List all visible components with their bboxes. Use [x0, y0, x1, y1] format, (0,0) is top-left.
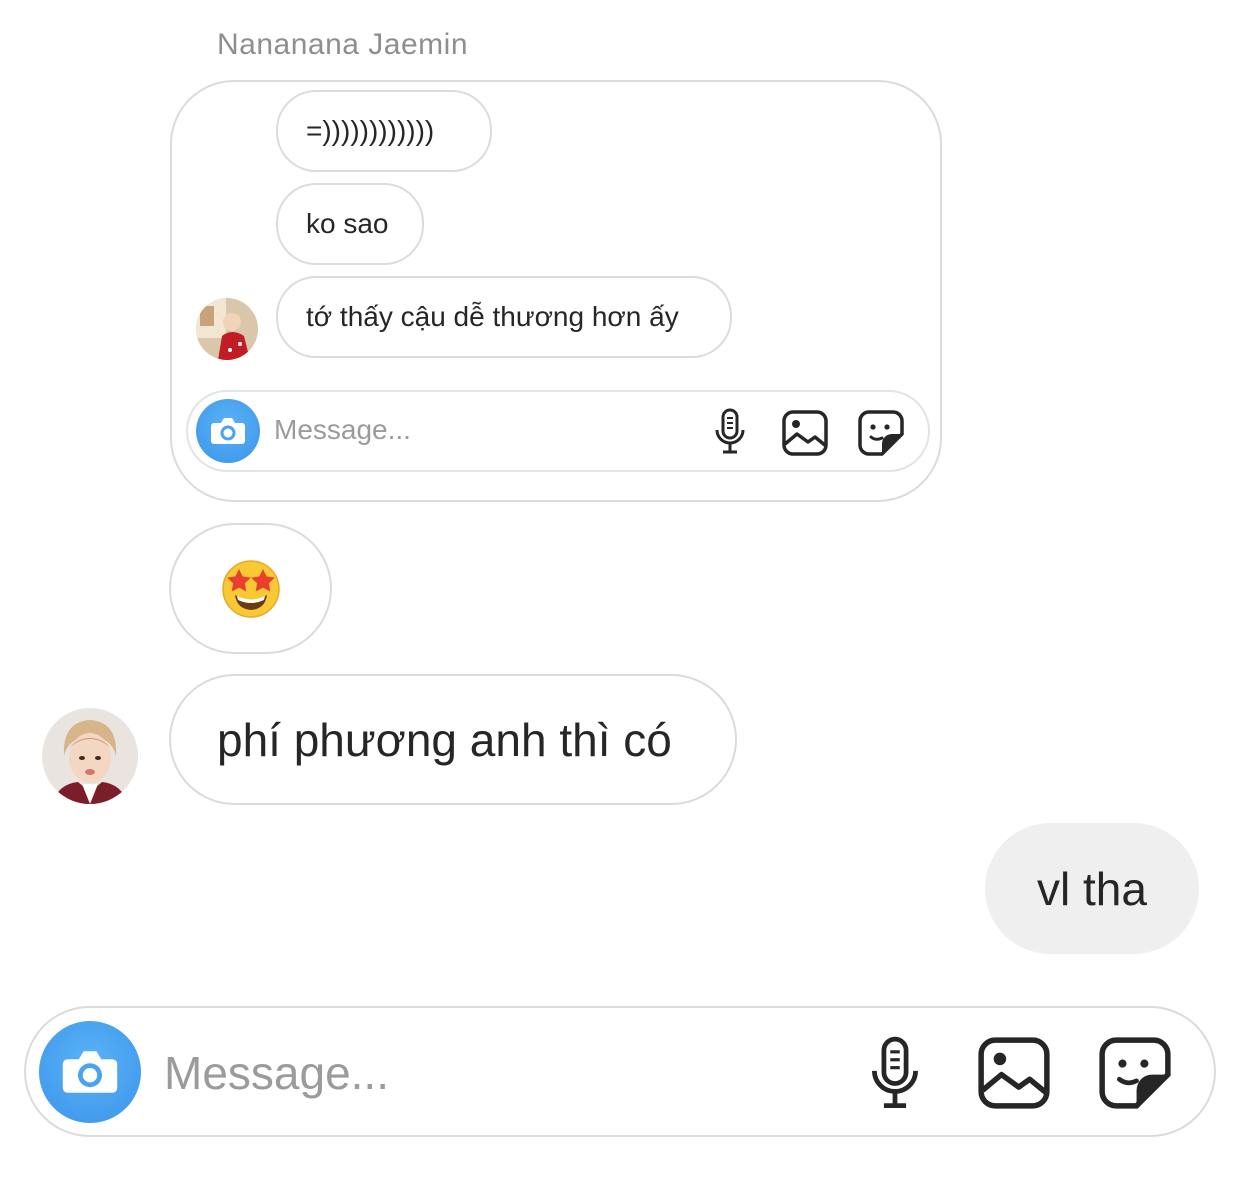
gallery-icon[interactable] [782, 410, 828, 456]
sent-message-bubble[interactable]: vl tha [985, 823, 1199, 954]
quoted-message-card[interactable]: =)))))))))))) ko sao tớ thấy cậu dễ thươ… [170, 80, 942, 502]
microphone-icon[interactable] [712, 408, 748, 456]
star-struck-emoji-icon [221, 559, 280, 618]
quoted-message-text: tớ thấy cậu dễ thương hơn ấy [306, 301, 679, 332]
emoji-message-bubble[interactable] [169, 523, 332, 654]
camera-button[interactable] [196, 399, 260, 463]
gallery-icon[interactable] [978, 1037, 1050, 1109]
received-message-bubble[interactable]: phí phương anh thì có [169, 674, 737, 805]
camera-icon [211, 418, 245, 444]
quoted-message-bubble[interactable]: tớ thấy cậu dễ thương hơn ấy [276, 276, 732, 358]
quoted-message-bubble[interactable]: ko sao [276, 183, 424, 265]
microphone-icon[interactable] [866, 1036, 924, 1112]
message-text: phí phương anh thì có [217, 713, 672, 766]
sender-name: Nananana Jaemin [217, 28, 469, 61]
avatar[interactable] [42, 708, 138, 804]
message-text: vl tha [1037, 862, 1147, 915]
quoted-message-text: =)))))))))))) [306, 115, 435, 146]
quoted-composer[interactable]: Message... [186, 390, 930, 472]
sticker-icon[interactable] [1099, 1037, 1171, 1109]
quoted-message-text: ko sao [306, 208, 389, 239]
avatar[interactable] [196, 298, 258, 360]
quoted-message-bubble[interactable]: =)))))))))))) [276, 90, 492, 172]
message-composer[interactable]: Message... [24, 1006, 1216, 1137]
camera-button[interactable] [39, 1021, 141, 1123]
camera-icon [62, 1051, 118, 1093]
sticker-icon[interactable] [858, 410, 904, 456]
message-input[interactable]: Message... [164, 1046, 389, 1100]
message-input[interactable]: Message... [274, 414, 411, 446]
